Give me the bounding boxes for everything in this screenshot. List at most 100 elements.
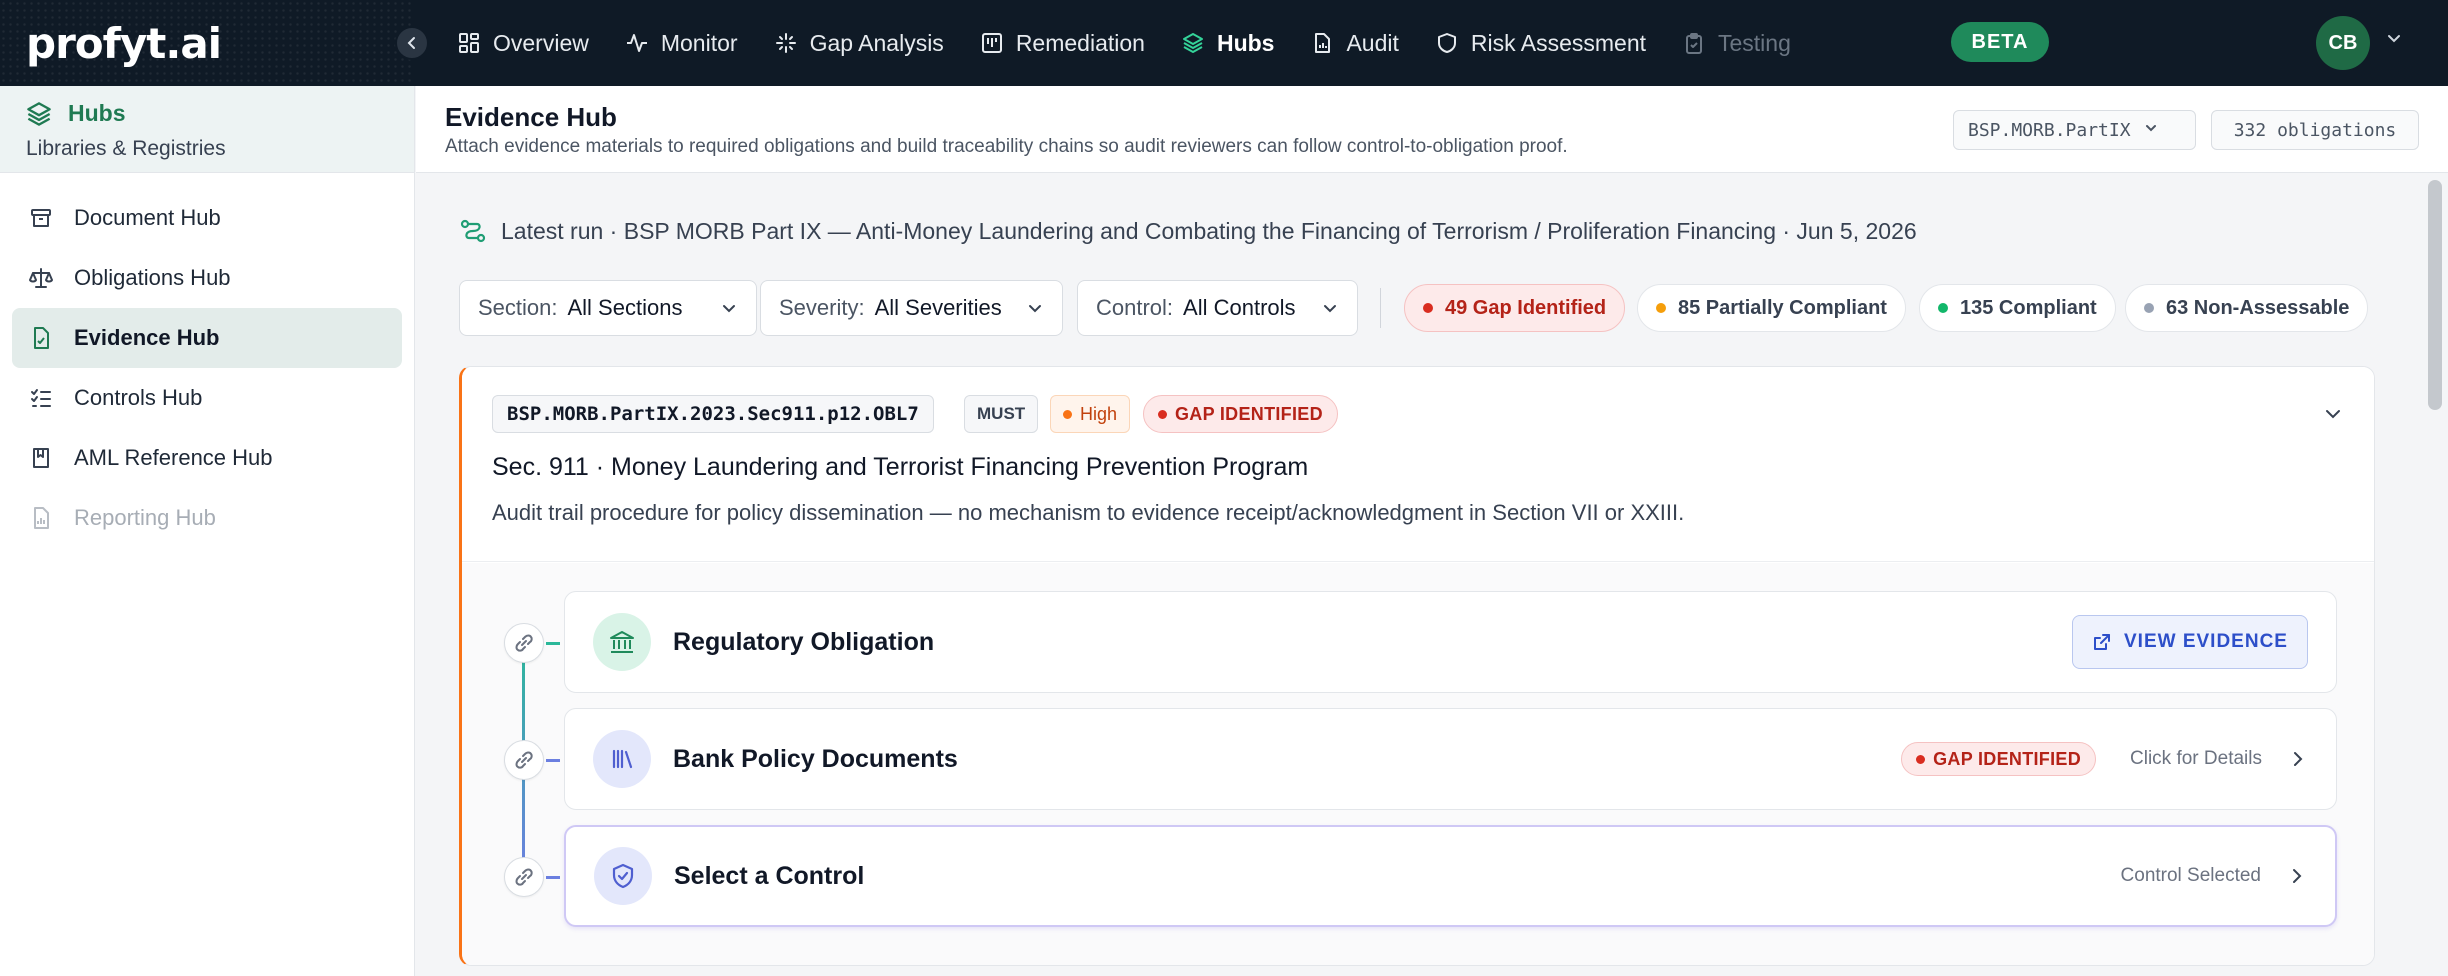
sidebar-title: Hubs	[26, 100, 388, 127]
sidebar-title-label: Hubs	[68, 100, 126, 126]
nav-risk-assessment[interactable]: Risk Assessment	[1435, 30, 1646, 57]
nav-monitor-label: Monitor	[660, 29, 738, 56]
beta-badge: BETA	[1951, 22, 2049, 62]
nav-hubs-label: Hubs	[1216, 29, 1275, 56]
nav-monitor[interactable]: Monitor	[625, 30, 738, 57]
scale-icon	[28, 266, 54, 290]
sidebar-item-label: AML Reference Hub	[74, 445, 273, 470]
link-node[interactable]	[504, 857, 544, 897]
section-filter[interactable]: Section: All Sections	[459, 280, 757, 336]
sidebar-item-document-hub[interactable]: Document Hub	[12, 188, 402, 248]
grid-icon	[457, 31, 481, 55]
chain-row-actions: VIEW EVIDENCE	[2072, 615, 2308, 669]
status-badge-label: GAP IDENTIFIED	[1175, 403, 1323, 424]
section-filter-label: Section:	[478, 295, 558, 320]
user-avatar[interactable]: CB	[2316, 16, 2370, 70]
status-badge: GAP IDENTIFIED	[1901, 742, 2097, 776]
chevron-down-icon[interactable]	[2384, 28, 2404, 53]
nav-overview[interactable]: Overview	[457, 30, 589, 57]
chain-row-regulatory-obligation[interactable]: Regulatory Obligation VIEW EVIDENCE	[564, 591, 2337, 693]
severity-dot	[1063, 409, 1072, 419]
shield-icon	[1435, 31, 1459, 55]
chain-row-bank-policy-documents[interactable]: Bank Policy Documents GAP IDENTIFIED Cli…	[564, 708, 2337, 810]
sidebar-item-aml-reference-hub[interactable]: AML Reference Hub	[12, 428, 402, 488]
section-filter-value: All Sections	[567, 295, 683, 320]
page-title: Evidence Hub	[445, 102, 617, 132]
sidebar-item-label: Document Hub	[74, 205, 221, 230]
status-pill-label: 135 Compliant	[1960, 296, 2097, 319]
latest-run: Latest run · BSP MORB Part IX — Anti-Mon…	[459, 217, 1917, 245]
link-node[interactable]	[504, 740, 544, 780]
chevron-right-icon[interactable]	[2287, 866, 2307, 886]
chain-tick	[546, 642, 560, 645]
status-badge-label: GAP IDENTIFIED	[1933, 748, 2082, 769]
sidebar-item-evidence-hub[interactable]: Evidence Hub	[12, 308, 402, 368]
layers-icon	[26, 101, 52, 127]
obligation-card-header[interactable]: BSP.MORB.PartIX.2023.Sec911.p12.OBL7 MUS…	[462, 367, 2374, 562]
chain-row-label: Regulatory Obligation	[673, 627, 935, 656]
chain-row-select-control[interactable]: Select a Control Control Selected	[564, 825, 2337, 927]
control-filter-value: All Controls	[1183, 295, 1296, 320]
status-dot	[1158, 409, 1167, 419]
status-pill-gap[interactable]: 49 Gap Identified	[1404, 284, 1626, 332]
sidebar-item-reporting-hub: Reporting Hub	[12, 488, 402, 548]
nav-hubs[interactable]: Hubs	[1181, 29, 1275, 57]
pulse-icon	[625, 31, 649, 55]
nav-risk-assessment-label: Risk Assessment	[1470, 29, 1646, 56]
status-pill-label: 63 Non-Assessable	[2166, 296, 2350, 319]
nav-gap-analysis[interactable]: Gap Analysis	[774, 30, 944, 57]
sidebar-item-label: Evidence Hub	[74, 325, 220, 350]
sidebar-item-controls-hub[interactable]: Controls Hub	[12, 368, 402, 428]
sidebar-item-obligations-hub[interactable]: Obligations Hub	[12, 248, 402, 308]
view-evidence-button[interactable]: VIEW EVIDENCE	[2072, 615, 2308, 669]
chevron-down-icon[interactable]	[2322, 403, 2344, 425]
chain-row-actions: Control Selected	[2087, 865, 2307, 887]
traceability-chain: Regulatory Obligation VIEW EVIDENCE Bank…	[462, 563, 2374, 965]
link-icon	[515, 634, 533, 652]
obligation-title: Sec. 911 · Money Laundering and Terroris…	[492, 453, 1309, 481]
sidebar-item-label: Reporting Hub	[74, 505, 216, 530]
status-dot	[1938, 303, 1948, 313]
nav-remediation[interactable]: Remediation	[980, 30, 1145, 57]
chain-row-label: Select a Control	[674, 861, 865, 890]
sidebar-item-label: Obligations Hub	[74, 265, 231, 290]
obligation-count: 332 obligations	[2211, 110, 2419, 150]
scrollbar-thumb[interactable]	[2428, 180, 2442, 410]
obligation-code-badge: BSP.MORB.PartIX.2023.Sec911.p12.OBL7	[492, 395, 934, 433]
external-link-icon	[2092, 632, 2112, 652]
status-pill-partial[interactable]: 85 Partially Compliant	[1637, 284, 1906, 332]
control-selected-hint: Control Selected	[2120, 865, 2261, 886]
nav-testing: Testing	[1682, 30, 1791, 57]
app-logo[interactable]: profyt.ai	[26, 19, 222, 68]
nav-audit[interactable]: Audit	[1310, 29, 1399, 57]
control-filter[interactable]: Control: All Controls	[1077, 280, 1358, 336]
severity-badge-label: High	[1080, 403, 1118, 424]
chevron-down-icon	[1012, 299, 1044, 317]
sidebar-list: Document Hub Obligations Hub Evidence Hu…	[0, 173, 414, 563]
chain-tick	[546, 759, 560, 762]
chain-row-actions: GAP IDENTIFIED Click for Details	[1901, 742, 2308, 776]
logo-area: profyt.ai	[0, 0, 429, 86]
latest-run-text: Latest run · BSP MORB Part IX — Anti-Mon…	[501, 217, 1917, 244]
library-icon	[593, 730, 651, 788]
filter-divider	[1380, 288, 1381, 328]
sidebar-item-label: Controls Hub	[74, 385, 203, 410]
link-icon	[515, 868, 533, 886]
chevron-right-icon[interactable]	[2288, 749, 2308, 769]
page-header: Evidence Hub Attach evidence materials t…	[416, 86, 2448, 173]
severity-filter-value: All Severities	[874, 295, 1002, 320]
chevron-left-icon	[407, 37, 415, 49]
requirement-badge: MUST	[964, 395, 1039, 433]
sparkle-icon	[774, 31, 798, 55]
status-pill-non-assessable[interactable]: 63 Non-Assessable	[2125, 284, 2369, 332]
framework-select[interactable]: BSP.MORB.PartIX	[1953, 110, 2196, 150]
file-check-icon	[28, 326, 54, 350]
link-node[interactable]	[504, 623, 544, 663]
severity-filter[interactable]: Severity: All Severities	[760, 280, 1063, 336]
report-icon	[28, 506, 54, 530]
nav-audit-label: Audit	[1346, 29, 1399, 56]
archive-icon	[28, 206, 54, 230]
status-pill-compliant[interactable]: 135 Compliant	[1919, 284, 2116, 332]
collapse-sidebar-button[interactable]	[395, 26, 429, 60]
status-pill-label: 49 Gap Identified	[1445, 296, 1607, 319]
